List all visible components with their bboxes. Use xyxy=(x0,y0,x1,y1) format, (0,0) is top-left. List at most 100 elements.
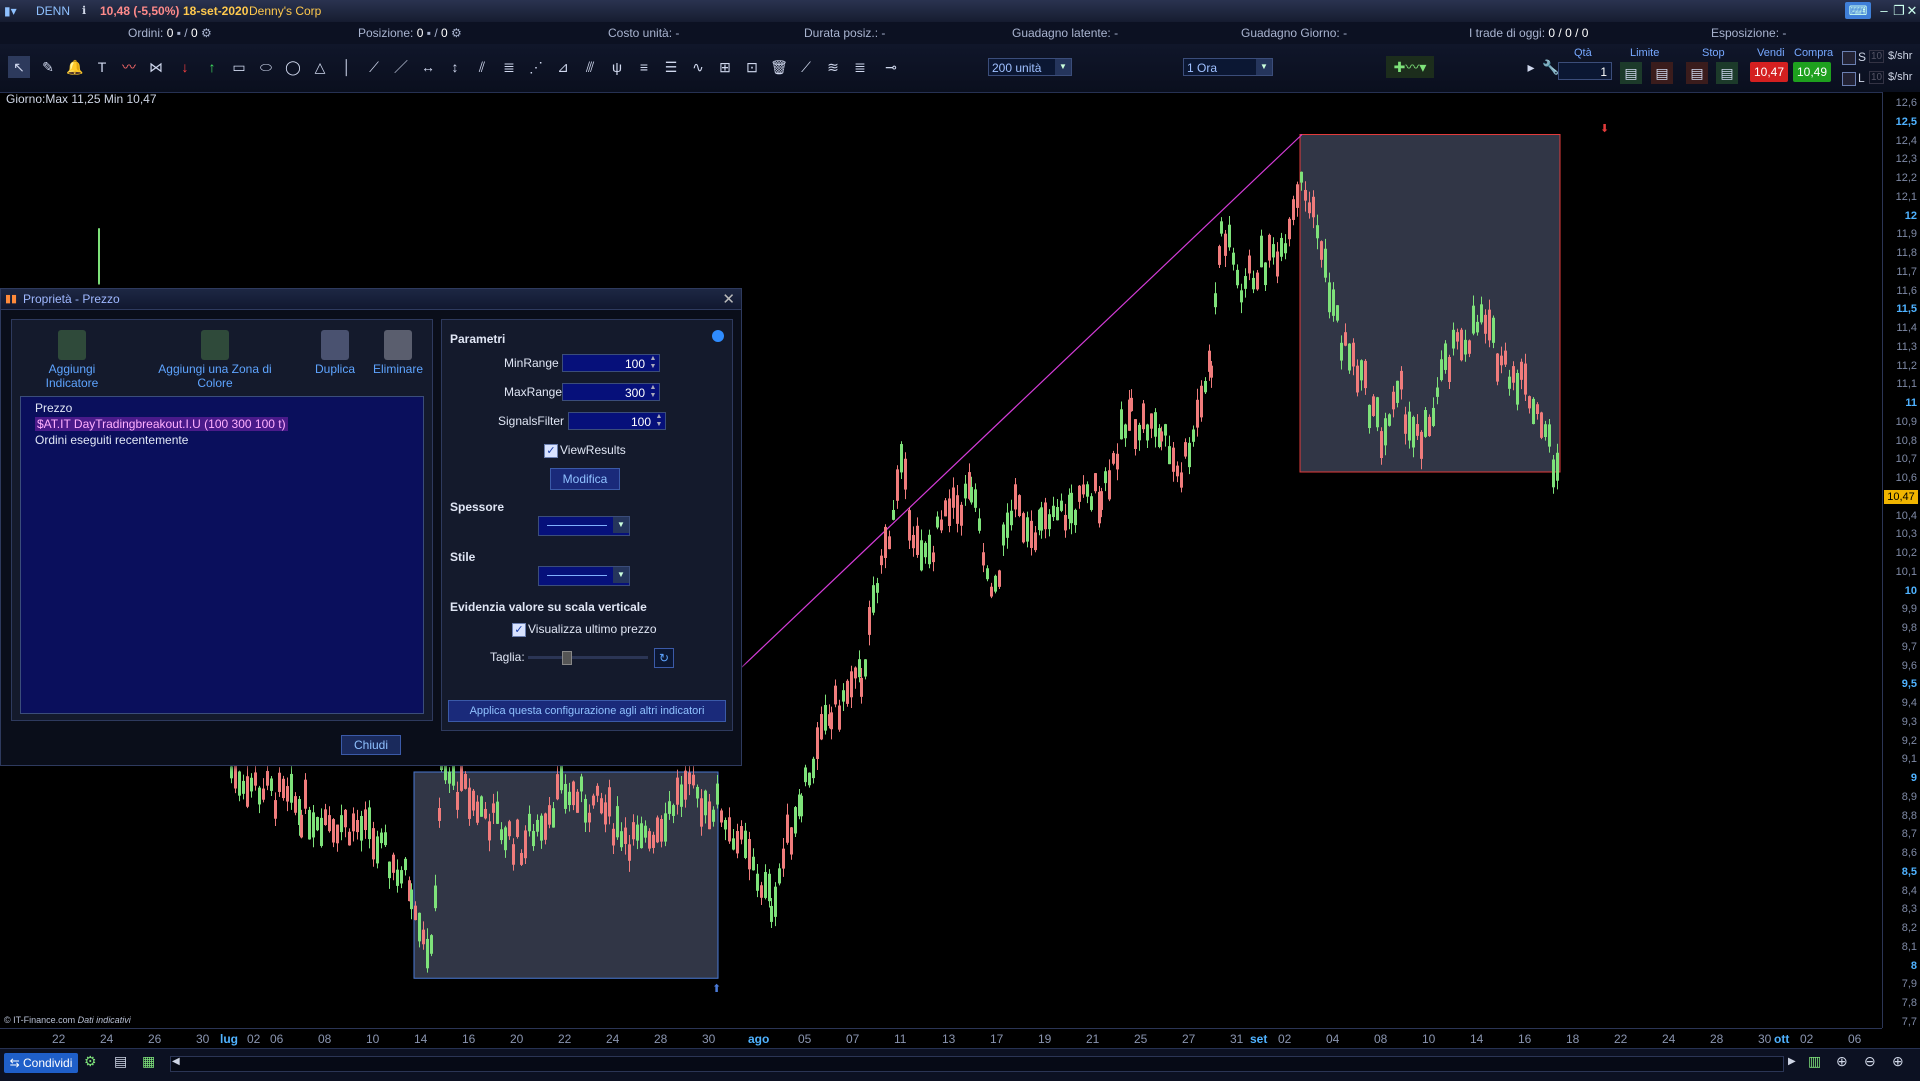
tree-item-indicator[interactable]: $AT.IT DayTradingbreakout.I.U (100 300 1… xyxy=(35,417,288,431)
spinner-icon[interactable]: ▲ ▼ xyxy=(648,384,658,400)
magnet-tool-icon[interactable]: ⟋ xyxy=(795,56,817,78)
scroll-right-icon[interactable]: ▶ xyxy=(1788,1056,1796,1067)
candle-body xyxy=(1380,431,1383,459)
time-axis[interactable]: 22 24 26 30 lug 02 06 08 10 14 16 20 22 24 28 30 ago 05 07… xyxy=(0,1028,1882,1049)
spinner-icon[interactable]: ▲ ▼ xyxy=(648,355,658,371)
scroll-left-icon[interactable]: ◀ xyxy=(172,1056,180,1067)
share-button[interactable]: ⇆ Condividi xyxy=(4,1053,78,1073)
tree-item-orders[interactable]: Ordini eseguiti recentemente xyxy=(35,433,188,447)
reset-icon[interactable]: ↻ xyxy=(654,648,674,668)
thickness-select[interactable]: ▼ xyxy=(538,516,630,536)
duplicate-button[interactable]: Duplica xyxy=(308,330,362,376)
add-indicator-button[interactable]: Aggiungi Indicatore xyxy=(24,330,120,390)
s-checkbox[interactable] xyxy=(1842,51,1856,65)
add-color-zone-button[interactable]: Aggiungi una Zona di Colore xyxy=(140,330,290,390)
tree-item-price[interactable]: Prezzo xyxy=(35,401,72,415)
triangle-tool-icon[interactable]: △ xyxy=(309,56,331,78)
candle-body xyxy=(900,444,903,473)
delete-button[interactable]: Eliminare xyxy=(368,330,428,376)
buy-button[interactable]: 10,49 xyxy=(1793,62,1831,82)
horizontal-line-icon[interactable]: ↔ xyxy=(417,56,439,78)
indicator-icon[interactable]: ⚙ xyxy=(84,1053,97,1070)
buy-arrow-icon[interactable]: ↑ xyxy=(201,56,223,78)
raff-channel-icon[interactable]: ≡ xyxy=(633,56,655,78)
chart-scrollbar[interactable] xyxy=(170,1056,1784,1072)
zoom-in-icon[interactable]: ⊕ xyxy=(1892,1053,1904,1070)
levels-tool-icon[interactable]: ≋ xyxy=(822,56,844,78)
viewresults-checkbox[interactable]: ✓ xyxy=(544,444,558,458)
collapse-arrow-icon[interactable]: ▸ xyxy=(1526,56,1536,78)
text-tool-icon[interactable]: T xyxy=(91,56,113,78)
candle-body xyxy=(888,536,891,550)
l-value[interactable]: 10 xyxy=(1869,71,1885,84)
add-indicator-icon[interactable]: ✚〰▾ xyxy=(1386,56,1434,78)
rectangle-tool-icon[interactable]: ▭ xyxy=(228,56,250,78)
chart-type-icon[interactable]: ▮▾ xyxy=(4,4,17,18)
close-window-button[interactable]: ✕ xyxy=(1903,2,1920,19)
limit-buy-icon[interactable]: ▤ xyxy=(1620,62,1642,84)
bands-tool-icon[interactable]: ≣ xyxy=(849,56,871,78)
dialog-title-bar[interactable]: ▮▮ Proprietà - Prezzo ✕ xyxy=(1,289,741,310)
pitchfork-tool-icon[interactable]: ψ xyxy=(606,56,628,78)
pencil-tool-icon[interactable]: ✎ xyxy=(37,56,59,78)
size-slider-track[interactable] xyxy=(528,656,648,659)
dialog-title: Proprietà - Prezzo xyxy=(23,292,120,306)
stop-buy-icon[interactable]: ▤ xyxy=(1716,62,1738,84)
fan-tool-icon[interactable]: ⋰ xyxy=(525,56,547,78)
dialog-close-button[interactable]: Chiudi xyxy=(341,735,401,755)
spinner-icon[interactable]: ▲ ▼ xyxy=(654,413,664,429)
alert-bell-icon[interactable]: 🔔 xyxy=(64,56,86,78)
pointer-tool-icon[interactable]: ↖ xyxy=(8,56,30,78)
layout-icon[interactable]: ▤ xyxy=(114,1053,127,1070)
timeframe-select[interactable]: 1 Ora ▼ xyxy=(1183,58,1273,76)
price-marker-icon[interactable]: ⊸ xyxy=(880,56,902,78)
trash-icon[interactable]: 🗑 xyxy=(768,56,790,78)
stop-sell-icon[interactable]: ▤ xyxy=(1686,62,1708,84)
wave-tool-icon[interactable]: ∿ xyxy=(687,56,709,78)
price-axis[interactable]: 12,6 12,5 12,4 12,3 12,2 12,1 12 11,9 11,8 11,7 11… xyxy=(1882,92,1920,1028)
trendline-tool-icon[interactable]: ／ xyxy=(390,56,412,78)
grid-tool-icon[interactable]: ⊞ xyxy=(714,56,736,78)
channel-tool-icon[interactable]: ⫽ xyxy=(471,56,493,78)
maxrange-input[interactable]: 300 ▲ ▼ xyxy=(562,383,660,401)
size-slider-handle[interactable] xyxy=(561,651,572,665)
fibonacci-tool-icon[interactable]: ≣ xyxy=(498,56,520,78)
info-icon[interactable]: ℹ xyxy=(82,4,86,17)
units-select[interactable]: 200 unità ▼ xyxy=(988,58,1072,76)
zoom-box-icon[interactable]: ⊡ xyxy=(741,56,763,78)
ellipse-tool-icon[interactable]: ⬭ xyxy=(255,56,277,78)
candle-body xyxy=(1536,404,1539,415)
limit-sell-icon[interactable]: ▤ xyxy=(1651,62,1673,84)
regression-tool-icon[interactable]: ⫻ xyxy=(579,56,601,78)
minrange-input[interactable]: 100 ▲ ▼ xyxy=(562,354,660,372)
style-select[interactable]: ▼ xyxy=(538,566,630,586)
sell-arrow-icon[interactable]: ↓ xyxy=(174,56,196,78)
scanner-icon[interactable]: ▦ xyxy=(142,1053,155,1070)
gann-tool-icon[interactable]: ⊿ xyxy=(552,56,574,78)
apply-all-button[interactable]: Applica questa configurazione agli altri… xyxy=(448,700,726,722)
s-value[interactable]: 10 xyxy=(1869,50,1885,63)
zoom-out-icon[interactable]: ⊖ xyxy=(1864,1053,1876,1070)
l-checkbox[interactable] xyxy=(1842,72,1856,86)
indicator-tree[interactable]: Prezzo $AT.IT DayTradingbreakout.I.U (10… xyxy=(20,396,424,714)
chart-settings-icon[interactable]: ▥ xyxy=(1808,1053,1821,1070)
parallel-lines-icon[interactable]: ☰ xyxy=(660,56,682,78)
help-icon[interactable] xyxy=(712,330,724,342)
keyboard-icon[interactable]: ⌨ xyxy=(1845,2,1871,19)
sell-button[interactable]: 10,47 xyxy=(1750,62,1788,82)
qty-input[interactable]: 1 xyxy=(1558,62,1612,80)
symbol-label[interactable]: DENN xyxy=(36,4,70,18)
segment-tool-icon[interactable]: ⟋ xyxy=(363,56,385,78)
zigzag-tool-icon[interactable]: 〰 xyxy=(118,56,140,78)
zoom-fit-icon[interactable]: ⊕ xyxy=(1836,1053,1848,1070)
vertical-line-icon[interactable]: │ xyxy=(336,56,358,78)
modify-button[interactable]: Modifica xyxy=(550,468,620,490)
candle-body xyxy=(344,809,347,828)
show-last-price-checkbox[interactable]: ✓ xyxy=(512,623,526,637)
signalsfilter-input[interactable]: 100 ▲ ▼ xyxy=(568,412,666,430)
vertical-measure-icon[interactable]: ↕ xyxy=(444,56,466,78)
circle-tool-icon[interactable]: ◯ xyxy=(282,56,304,78)
pattern-tool-icon[interactable]: ⋈ xyxy=(145,56,167,78)
trendline[interactable] xyxy=(739,134,1303,670)
close-icon[interactable]: ✕ xyxy=(722,290,735,308)
